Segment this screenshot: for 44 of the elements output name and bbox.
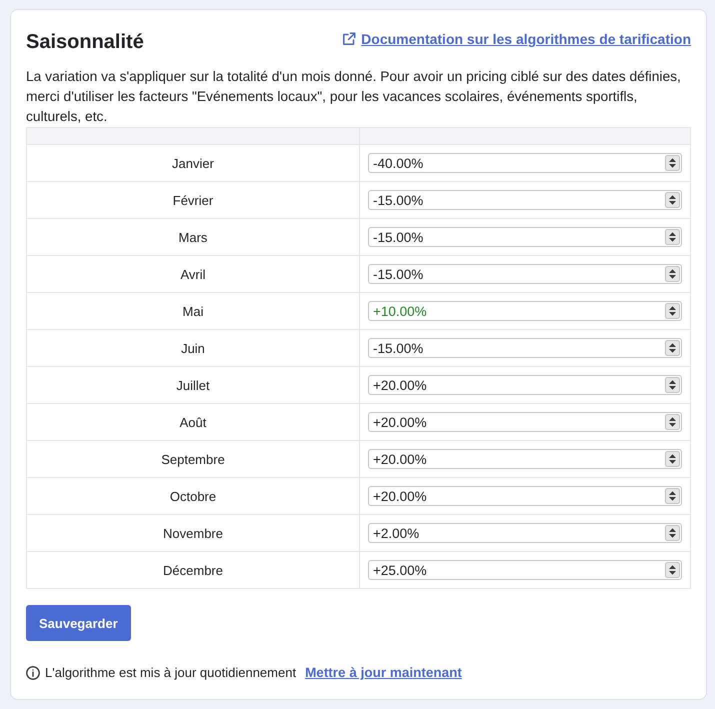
stepper-icon[interactable] <box>665 340 680 356</box>
documentation-link[interactable]: Documentation sur les algorithmes de tarification <box>361 31 691 47</box>
stepper-icon[interactable] <box>665 377 680 393</box>
month-cell: Février <box>27 182 360 219</box>
info-icon <box>26 666 40 680</box>
month-cell: Janvier <box>27 145 360 182</box>
update-note: L'algorithme est mis à jour quotidiennement <box>45 665 296 680</box>
stepper-icon[interactable] <box>665 562 680 578</box>
stepper-icon[interactable] <box>665 192 680 208</box>
percent-input[interactable]: +20.00% <box>368 486 682 506</box>
month-cell: Mai <box>27 293 360 330</box>
month-cell: Décembre <box>27 552 360 589</box>
section-title: Saisonnalité <box>26 30 144 54</box>
month-cell: Novembre <box>27 515 360 552</box>
stepper-icon[interactable] <box>665 451 680 467</box>
save-button[interactable]: Sauvegarder <box>26 605 131 641</box>
month-cell: Octobre <box>27 478 360 515</box>
stepper-icon[interactable] <box>665 414 680 430</box>
stepper-icon[interactable] <box>665 266 680 282</box>
month-cell: Avril <box>27 256 360 293</box>
external-link-icon <box>342 32 356 46</box>
percent-input[interactable]: +2.00% <box>368 523 682 543</box>
month-cell: Mars <box>27 219 360 256</box>
percent-input[interactable]: -15.00% <box>368 190 682 210</box>
percent-input[interactable]: +20.00% <box>368 412 682 432</box>
percent-input[interactable]: +20.00% <box>368 375 682 395</box>
month-cell: Juin <box>27 330 360 367</box>
update-now-link[interactable]: Mettre à jour maintenant <box>305 665 462 680</box>
percent-input[interactable]: -15.00% <box>368 227 682 247</box>
month-cell: Août <box>27 404 360 441</box>
month-cell: Juillet <box>27 367 360 404</box>
percent-input[interactable]: -40.00% <box>368 153 682 173</box>
percent-input[interactable]: +20.00% <box>368 449 682 469</box>
stepper-icon[interactable] <box>665 303 680 319</box>
percent-input[interactable]: -15.00% <box>368 338 682 358</box>
stepper-icon[interactable] <box>665 525 680 541</box>
percent-input[interactable]: +10.00% <box>368 301 682 321</box>
stepper-icon[interactable] <box>665 155 680 171</box>
description-text: La variation va s'appliquer sur la totalité d'un mois donné. Pour avoir un pricing ciblé sur des dates définies, merci d'utiliser les facteurs "Evénements locaux", pour les vacances scolaires, événements sportifls, culturels, etc. <box>26 68 682 126</box>
percent-input[interactable]: -15.00% <box>368 264 682 284</box>
stepper-icon[interactable] <box>665 488 680 504</box>
percent-input[interactable]: +25.00% <box>368 560 682 580</box>
stepper-icon[interactable] <box>665 229 680 245</box>
month-cell: Septembre <box>27 441 360 478</box>
